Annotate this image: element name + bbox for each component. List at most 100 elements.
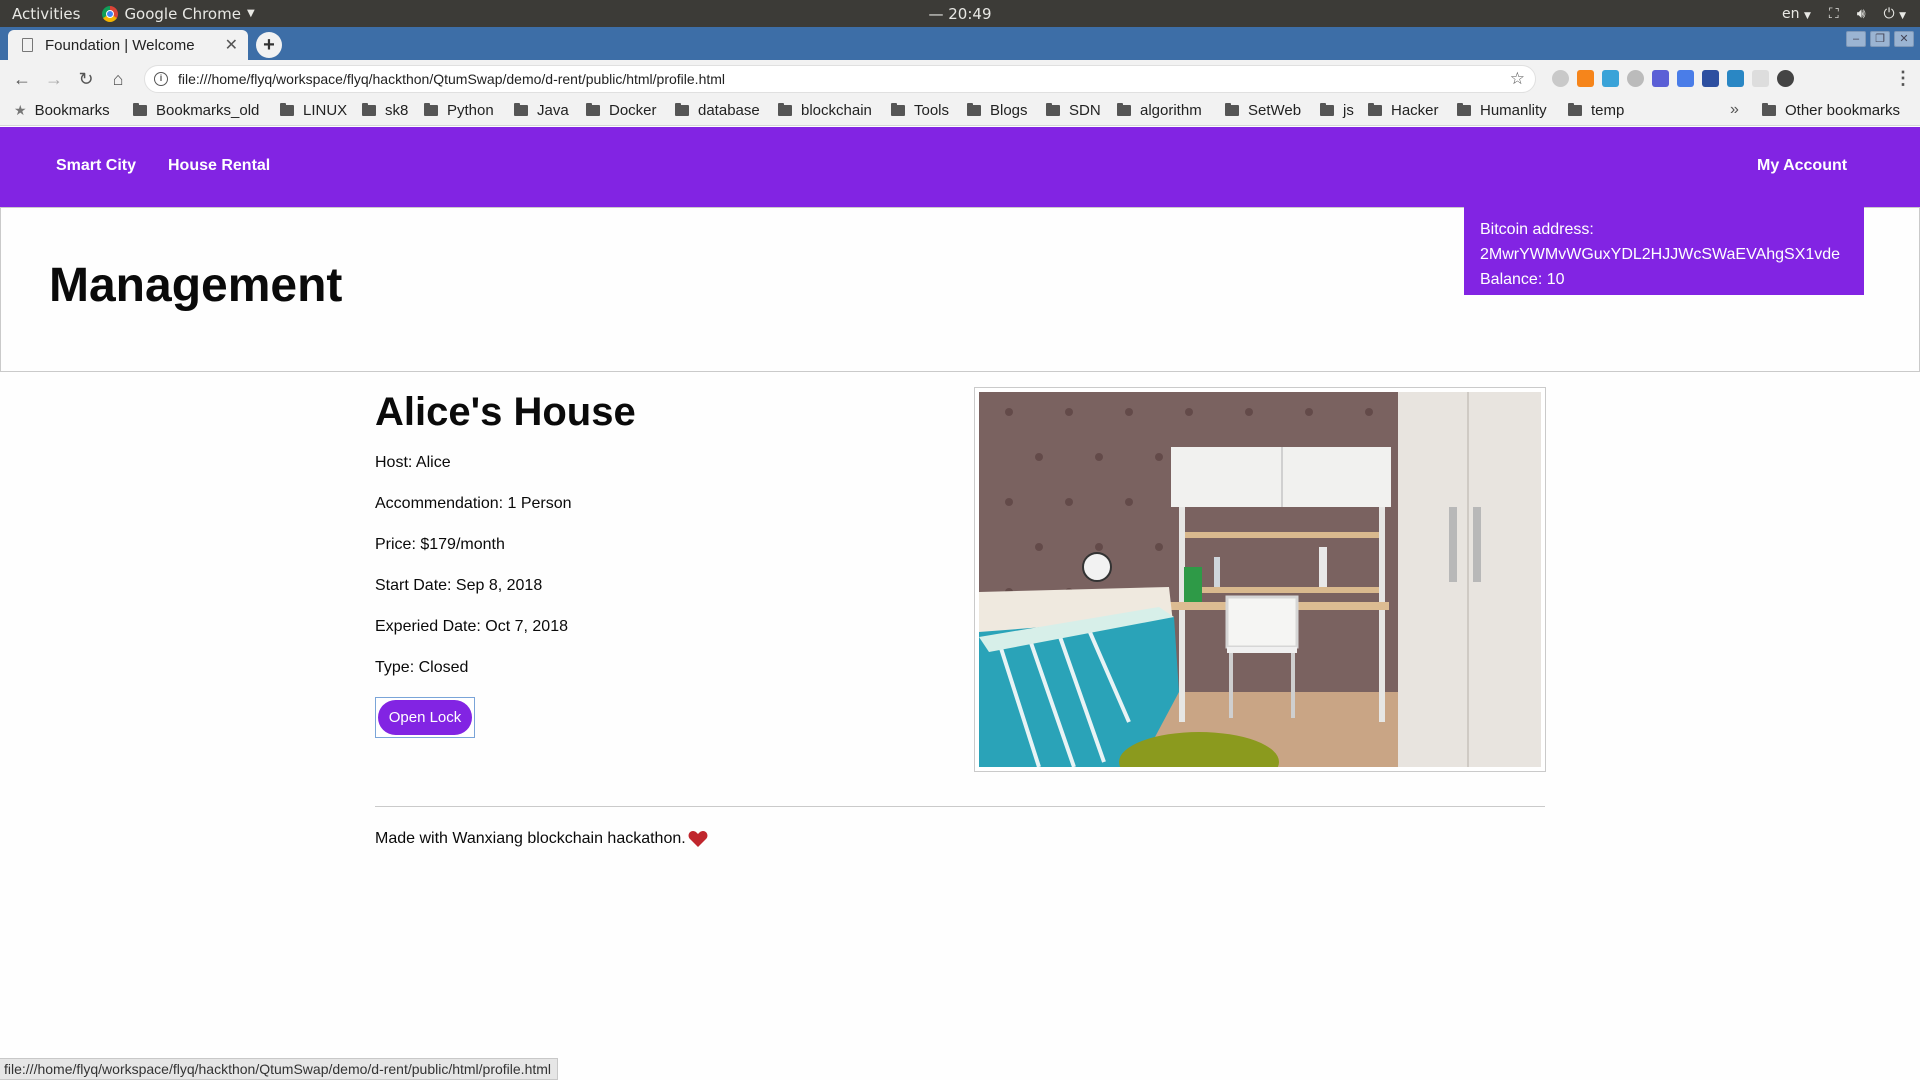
folder-icon (778, 103, 792, 116)
bookmark-folder[interactable]: js (1320, 102, 1354, 119)
extension-icon[interactable] (1752, 70, 1769, 87)
bookmark-folder[interactable]: database (675, 102, 760, 119)
bookmark-label: sk8 (385, 102, 409, 119)
extension-icon[interactable] (1627, 70, 1644, 87)
bookmark-label: SetWeb (1248, 102, 1302, 119)
folder-icon (586, 103, 600, 116)
folder-icon (362, 103, 376, 116)
bookmark-folder[interactable]: Docker (586, 102, 657, 119)
tab-title: Foundation | Welcome (45, 36, 195, 54)
expired-date-text: Experied Date: Oct 7, 2018 (375, 618, 568, 635)
balance-text: Balance: 10 (1480, 271, 1565, 288)
bookmark-folder[interactable]: Tools (891, 102, 949, 119)
volume-icon[interactable]: 🔊︎ (1857, 6, 1866, 22)
bookmark-label: Hacker (1391, 102, 1439, 119)
folder-icon (1457, 103, 1471, 116)
forward-button[interactable]: → (38, 69, 70, 90)
bookmark-folder[interactable]: SDN (1046, 102, 1101, 119)
extension-icon[interactable] (1552, 70, 1569, 87)
folder-icon (675, 103, 689, 116)
address-bar[interactable]: i file:///home/flyq/workspace/flyq/hackt… (144, 65, 1536, 93)
network-icon[interactable]: ⛶ (1829, 6, 1839, 22)
bookmarks-bar: ★ Bookmarks Bookmarks_old LINUX sk8 Pytho… (0, 98, 1920, 126)
bookmark-folder[interactable]: LINUX (280, 102, 347, 119)
folder-icon (1225, 103, 1239, 116)
url-text[interactable]: file:///home/flyq/workspace/flyq/hacktho… (178, 71, 1510, 87)
bookmark-folder[interactable]: temp (1568, 102, 1624, 119)
system-tray: en ▼ ⛶ 🔊︎ ⏻ ▼ (1782, 6, 1906, 22)
clock[interactable]: — 20:49 (929, 5, 992, 23)
bookmark-label: Bookmarks_old (156, 102, 260, 119)
bookmark-star-icon[interactable]: ☆ (1510, 69, 1525, 89)
nav-link-my-account[interactable]: My Account (1757, 157, 1847, 175)
folder-icon (514, 103, 528, 116)
close-icon[interactable]: ✕ (225, 35, 238, 55)
app-name: Google Chrome (124, 4, 241, 23)
bookmark-folder[interactable]: Blogs (967, 102, 1028, 119)
bookmark-folder[interactable]: blockchain (778, 102, 872, 119)
more-bookmarks-icon[interactable]: » (1730, 101, 1739, 119)
bedroom-image (979, 392, 1541, 767)
info-icon[interactable]: i (154, 72, 168, 86)
folder-icon (280, 103, 294, 116)
minimize-button[interactable]: – (1846, 31, 1866, 47)
extension-icon[interactable] (1727, 70, 1744, 87)
bookmark-label: Other bookmarks (1785, 102, 1901, 119)
folder-icon (1368, 103, 1382, 116)
bookmark-label: database (698, 102, 760, 119)
extension-icon[interactable] (1602, 70, 1619, 87)
document-icon (22, 38, 33, 52)
maximize-button[interactable]: ❐ (1870, 31, 1890, 47)
bookmark-label: Humanlity (1480, 102, 1547, 119)
close-window-button[interactable]: ✕ (1894, 31, 1914, 47)
tab-strip: Foundation | Welcome ✕ + – ❐ ✕ (0, 27, 1920, 60)
open-lock-button[interactable]: Open Lock (378, 700, 472, 735)
chevron-down-icon: ▼ (246, 8, 255, 19)
extensions-area (1552, 70, 1794, 87)
extension-icon[interactable] (1652, 70, 1669, 87)
language-label: en (1782, 5, 1800, 22)
bookmark-folder[interactable]: sk8 (362, 102, 408, 119)
bookmark-label: Python (447, 102, 494, 119)
bookmark-folder[interactable]: Humanlity (1457, 102, 1547, 119)
vue-devtools-icon[interactable] (1702, 70, 1719, 87)
open-lock-button-focus-ring: Open Lock (375, 697, 475, 738)
heart-icon (688, 831, 708, 847)
bookmark-label: Tools (914, 102, 950, 119)
status-bar: file:///home/flyq/workspace/flyq/hacktho… (0, 1058, 559, 1080)
bookmark-folder[interactable]: Java (514, 102, 569, 119)
bookmark-label: LINUX (303, 102, 348, 119)
price-text: Price: $179/month (375, 536, 505, 553)
translate-icon[interactable] (1677, 70, 1694, 87)
nav-link-smart-city[interactable]: Smart City (56, 157, 136, 175)
bookmark-folder[interactable]: Hacker (1368, 102, 1439, 119)
bitcoin-address-label: Bitcoin address: (1480, 221, 1594, 238)
house-title: Alice's House (375, 390, 636, 434)
extension-icon[interactable] (1777, 70, 1794, 87)
reload-button[interactable]: ↻ (70, 69, 102, 90)
bookmark-folder[interactable]: SetWeb (1225, 102, 1301, 119)
activities-button[interactable]: Activities (12, 5, 80, 23)
back-button[interactable]: ← (6, 69, 38, 90)
bookmark-folder[interactable]: algorithm (1117, 102, 1202, 119)
power-icon[interactable]: ⏻ ▼ (1884, 6, 1906, 22)
browser-tab[interactable]: Foundation | Welcome ✕ (8, 30, 248, 60)
footer-text: Made with Wanxiang blockchain hackathon. (375, 830, 686, 847)
bookmark-folder[interactable]: Python (424, 102, 494, 119)
bookmark-folder[interactable]: Bookmarks_old (133, 102, 259, 119)
bookmark-item[interactable]: ★ Bookmarks (14, 102, 110, 119)
language-indicator[interactable]: en ▼ (1782, 6, 1811, 22)
new-tab-button[interactable]: + (256, 32, 282, 58)
metamask-icon[interactable] (1577, 70, 1594, 87)
menu-icon[interactable]: ⋮ (1894, 68, 1912, 89)
bookmark-label: Java (537, 102, 569, 119)
other-bookmarks-folder[interactable]: Other bookmarks (1762, 102, 1900, 119)
bookmark-label: Blogs (990, 102, 1028, 119)
start-date-text: Start Date: Sep 8, 2018 (375, 577, 543, 594)
app-menu[interactable]: Google Chrome ▼ (102, 4, 255, 23)
folder-icon (967, 103, 981, 116)
nav-link-house-rental[interactable]: House Rental (168, 157, 270, 175)
account-dropdown: Bitcoin address: 2MwrYWMvWGuxYDL2HJJWcSW… (1464, 207, 1864, 295)
home-button[interactable]: ⌂ (102, 69, 134, 90)
host-text: Host: Alice (375, 454, 451, 471)
